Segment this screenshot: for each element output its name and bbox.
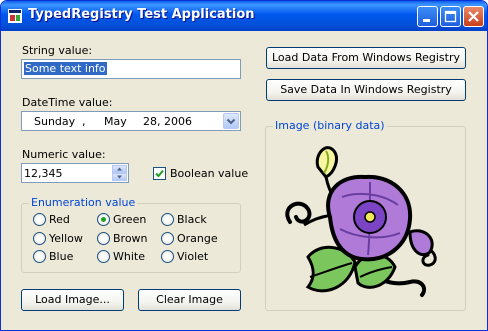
string-value-input[interactable]: Some text info xyxy=(21,59,241,79)
load-image-button[interactable]: Load Image... xyxy=(21,289,124,311)
radio-violet[interactable] xyxy=(161,250,174,263)
datetime-dropdown-button[interactable] xyxy=(223,113,239,129)
image-group-title: Image (binary data) xyxy=(273,119,387,132)
radio-red[interactable] xyxy=(33,213,46,226)
client-area: String value: Some text info DateTime va… xyxy=(4,31,484,329)
app-icon xyxy=(8,9,22,23)
radio-black[interactable] xyxy=(161,213,174,226)
morning-glory-image xyxy=(285,146,437,297)
numeric-value-label: Numeric value: xyxy=(22,148,106,161)
minimize-icon xyxy=(423,19,430,22)
boolean-checkbox-label[interactable]: Boolean value xyxy=(170,167,248,180)
radio-white-label[interactable]: White xyxy=(113,250,145,263)
datetime-picker[interactable]: Sunday , May 28, 2006 xyxy=(21,111,241,131)
radio-selected-dot xyxy=(101,217,106,222)
app-window: TypedRegistry Test Application String va… xyxy=(0,0,488,331)
clear-image-button[interactable]: Clear Image xyxy=(138,289,241,311)
numeric-updown[interactable]: 12,345 xyxy=(21,163,129,183)
close-icon xyxy=(468,11,479,22)
radio-blue-label[interactable]: Blue xyxy=(49,250,73,263)
radio-orange-label[interactable]: Orange xyxy=(177,232,218,245)
radio-brown-label[interactable]: Brown xyxy=(113,232,148,245)
minimize-button[interactable] xyxy=(417,6,438,27)
radio-black-label[interactable]: Black xyxy=(177,213,207,226)
datetime-day[interactable]: Sunday xyxy=(34,115,75,128)
maximize-button[interactable] xyxy=(440,6,461,27)
radio-brown[interactable] xyxy=(97,232,110,245)
datetime-separator: , xyxy=(82,115,86,128)
radio-yellow-label[interactable]: Yellow xyxy=(49,232,83,245)
save-to-registry-button[interactable]: Save Data In Windows Registry xyxy=(266,79,466,101)
string-value-label: String value: xyxy=(22,44,93,57)
spin-up-button[interactable] xyxy=(112,165,127,173)
datetime-date[interactable]: 28, 2006 xyxy=(143,115,192,128)
enumeration-group-title: Enumeration value xyxy=(29,196,138,209)
spin-up-icon xyxy=(117,167,122,171)
datetime-month[interactable]: May xyxy=(104,115,127,128)
close-button[interactable] xyxy=(463,6,484,27)
radio-yellow[interactable] xyxy=(33,232,46,245)
window-title: TypedRegistry Test Application xyxy=(28,7,255,22)
spin-down-button[interactable] xyxy=(112,173,127,181)
maximize-icon xyxy=(444,10,457,23)
radio-violet-label[interactable]: Violet xyxy=(177,250,208,263)
datetime-value-label: DateTime value: xyxy=(22,96,113,109)
string-value-text: Some text info xyxy=(24,62,107,75)
boolean-checkbox[interactable] xyxy=(153,167,166,180)
numeric-value-text: 12,345 xyxy=(24,167,63,180)
radio-green[interactable] xyxy=(97,213,110,226)
radio-orange[interactable] xyxy=(161,232,174,245)
checkmark-icon xyxy=(155,169,164,178)
load-from-registry-button[interactable]: Load Data From Windows Registry xyxy=(266,47,466,69)
radio-blue[interactable] xyxy=(33,250,46,263)
dropdown-arrow-icon xyxy=(226,118,236,125)
title-bar[interactable]: TypedRegistry Test Application xyxy=(1,1,487,31)
spin-down-icon xyxy=(117,175,122,179)
radio-white[interactable] xyxy=(97,250,110,263)
radio-red-label[interactable]: Red xyxy=(49,213,70,226)
radio-green-label[interactable]: Green xyxy=(113,213,146,226)
